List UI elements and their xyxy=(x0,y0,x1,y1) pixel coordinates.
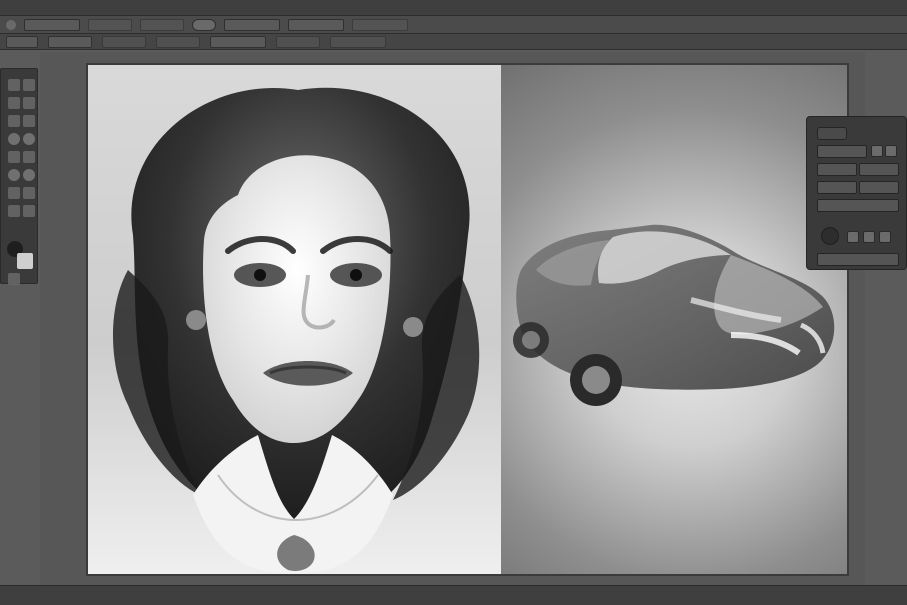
panel-field[interactable] xyxy=(817,181,857,194)
tool-preset-icon[interactable] xyxy=(6,19,16,30)
status-bar xyxy=(0,585,907,605)
zoom-icon[interactable] xyxy=(23,205,35,217)
move-icon[interactable] xyxy=(8,79,20,91)
portrait-image xyxy=(88,65,501,574)
mask-icon[interactable] xyxy=(8,273,20,285)
brush-icon[interactable] xyxy=(8,133,20,145)
panel-field[interactable] xyxy=(817,253,899,266)
pen-icon[interactable] xyxy=(23,169,35,181)
panel-field[interactable] xyxy=(817,199,899,212)
crop-icon[interactable] xyxy=(8,115,20,127)
menu-bar xyxy=(0,0,907,16)
option-field[interactable] xyxy=(6,35,38,48)
marquee-icon[interactable] xyxy=(23,79,35,91)
option-field[interactable] xyxy=(156,35,200,48)
panel-field[interactable] xyxy=(817,163,857,176)
dodge-icon[interactable] xyxy=(8,169,20,181)
option-field[interactable] xyxy=(288,18,344,31)
type-icon[interactable] xyxy=(8,187,20,199)
options-bar-top xyxy=(0,16,907,34)
clone-icon[interactable] xyxy=(23,133,35,145)
panel-button[interactable] xyxy=(879,231,891,243)
panel-field[interactable] xyxy=(859,163,899,176)
panel-knob[interactable] xyxy=(821,227,839,245)
document-canvas[interactable] xyxy=(88,65,847,574)
panel-button[interactable] xyxy=(863,231,875,243)
eyedropper-icon[interactable] xyxy=(23,115,35,127)
panel-button[interactable] xyxy=(871,145,883,157)
options-bar-secondary xyxy=(0,34,907,50)
panel-field[interactable] xyxy=(859,181,899,194)
eraser-icon[interactable] xyxy=(8,151,20,163)
option-field[interactable] xyxy=(140,18,184,31)
properties-panel xyxy=(806,116,907,270)
panel-tab[interactable] xyxy=(817,127,847,140)
option-field[interactable] xyxy=(352,18,408,31)
car-image-area xyxy=(501,65,847,574)
shape-icon[interactable] xyxy=(23,187,35,199)
option-toggle[interactable] xyxy=(192,18,216,31)
gradient-icon[interactable] xyxy=(23,151,35,163)
lasso-icon[interactable] xyxy=(8,97,20,109)
background-color-swatch[interactable] xyxy=(17,253,33,269)
option-field[interactable] xyxy=(24,18,80,31)
wand-icon[interactable] xyxy=(23,97,35,109)
option-field[interactable] xyxy=(48,35,92,48)
portrait-illustration xyxy=(113,87,480,574)
panel-button[interactable] xyxy=(885,145,897,157)
option-field[interactable] xyxy=(224,18,280,31)
option-field[interactable] xyxy=(88,18,132,31)
option-field[interactable] xyxy=(210,35,266,48)
car-illustration xyxy=(513,224,835,406)
option-field[interactable] xyxy=(276,35,320,48)
hand-icon[interactable] xyxy=(8,205,20,217)
panel-button[interactable] xyxy=(847,231,859,243)
tools-panel xyxy=(0,68,38,285)
option-field[interactable] xyxy=(102,35,146,48)
option-field[interactable] xyxy=(330,35,386,48)
panel-field[interactable] xyxy=(817,145,867,158)
